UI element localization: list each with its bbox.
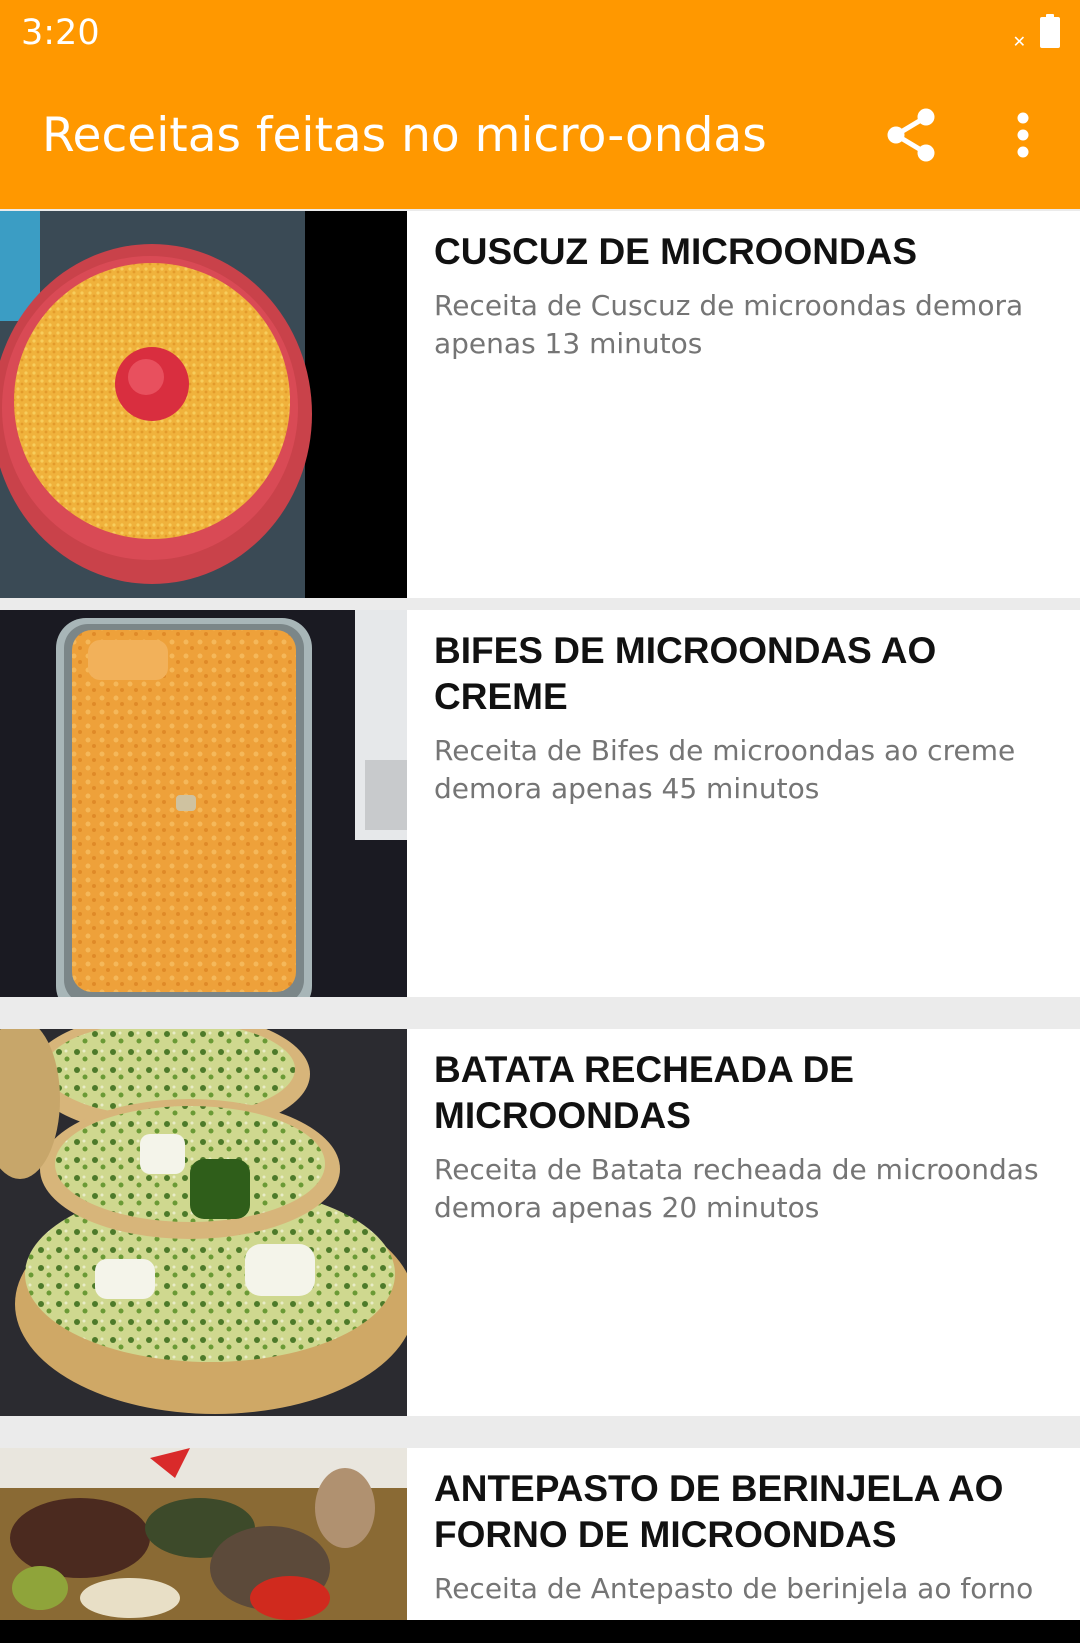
recipe-card[interactable]: ANTEPASTO DE BERINJELA AO FORNO DE MICRO… [0, 1448, 1080, 1620]
x-icon: ✕ [1012, 32, 1026, 51]
recipe-card-text: BATATA RECHEADA DE MICROONDAS Receita de… [434, 1047, 1054, 1227]
more-vert-icon [1016, 112, 1030, 162]
navigation-bar [0, 1620, 1080, 1643]
recipe-card-text: BIFES DE MICROONDAS AO CREME Receita de … [434, 628, 1054, 808]
app-bar: Receitas feitas no micro-ondas [0, 66, 1080, 209]
recipe-description: Receita de Batata recheada de microondas… [434, 1153, 1039, 1224]
status-icons: ✕ [1013, 14, 1060, 52]
couscous-photo [0, 211, 407, 598]
share-button[interactable] [878, 104, 944, 170]
app-title: Receitas feitas no micro-ondas [42, 108, 767, 163]
recipe-card-text: ANTEPASTO DE BERINJELA AO FORNO DE MICRO… [434, 1466, 1054, 1608]
recipe-description: Receita de Bifes de microondas ao creme … [434, 734, 1016, 805]
recipe-title: BATATA RECHEADA DE MICROONDAS [434, 1049, 854, 1136]
recipe-description: Receita de Cuscuz de microondas demora a… [434, 289, 1024, 360]
recipe-card[interactable]: BIFES DE MICROONDAS AO CREME Receita de … [0, 610, 1080, 997]
share-icon [886, 108, 936, 166]
status-time: 3:20 [21, 13, 100, 53]
more-options-button[interactable] [990, 104, 1056, 170]
stuffed-potato-photo [0, 1029, 407, 1416]
recipe-title: BIFES DE MICROONDAS AO CREME [434, 630, 937, 717]
creamy-steak-photo [0, 610, 407, 997]
recipe-card[interactable]: CUSCUZ DE MICROONDAS Receita de Cuscuz d… [0, 211, 1080, 598]
recipe-title: CUSCUZ DE MICROONDAS [434, 231, 918, 272]
battery-icon [1040, 14, 1060, 52]
recipe-card-text: CUSCUZ DE MICROONDAS Receita de Cuscuz d… [434, 229, 1054, 363]
recipe-title: ANTEPASTO DE BERINJELA AO FORNO DE MICRO… [434, 1468, 1004, 1555]
status-bar: 3:20 ✕ [0, 0, 1080, 66]
recipe-description: Receita de Antepasto de berinjela ao for… [434, 1572, 1034, 1605]
eggplant-antipasto-photo [0, 1448, 407, 1620]
recipe-card[interactable]: BATATA RECHEADA DE MICROONDAS Receita de… [0, 1029, 1080, 1416]
